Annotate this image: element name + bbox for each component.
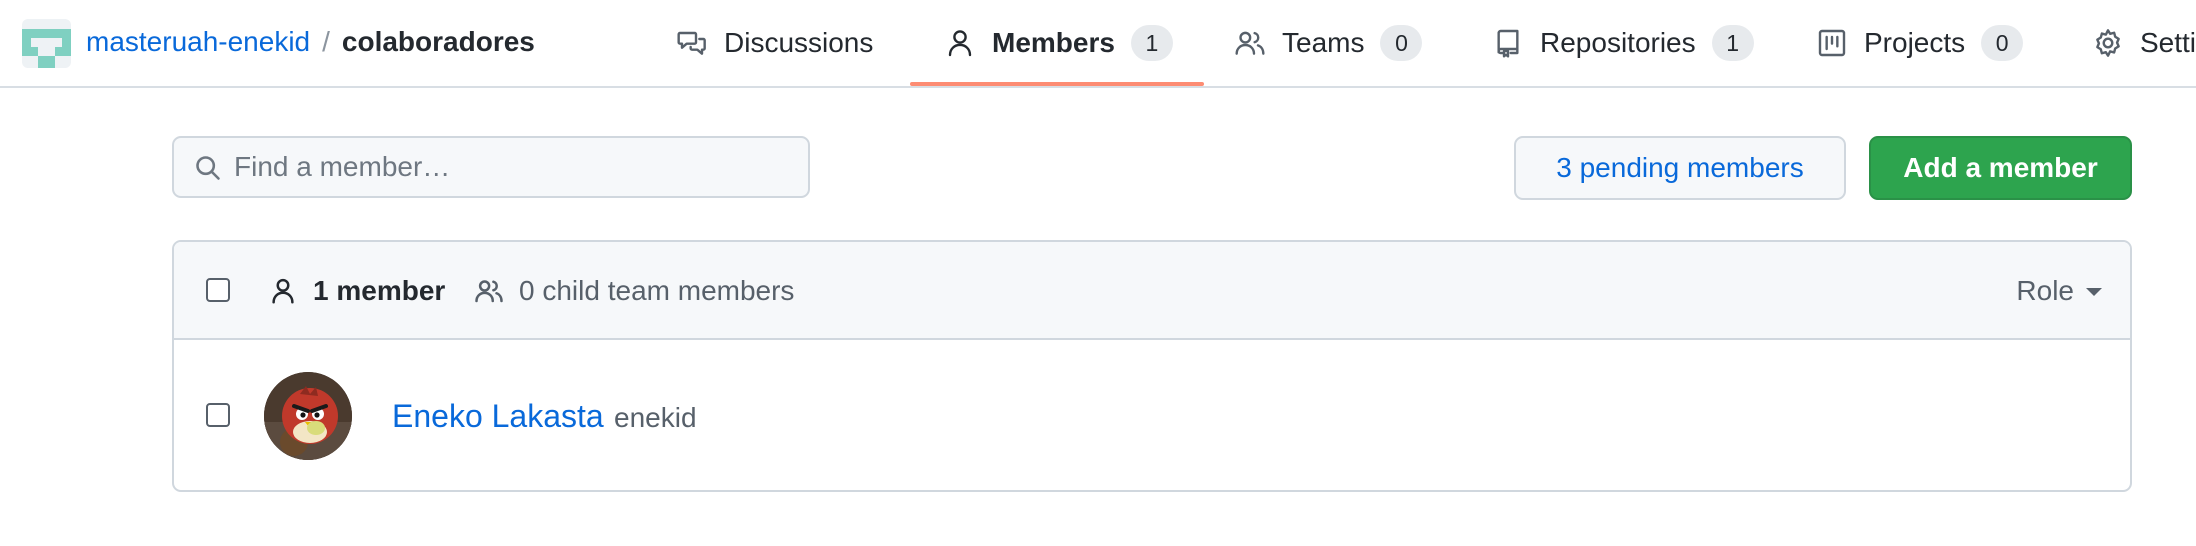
angry-bird-avatar — [264, 372, 352, 460]
breadcrumb-separator: / — [322, 26, 330, 57]
team-name[interactable]: colaboradores — [342, 26, 535, 57]
tab-members[interactable]: Members 1 — [944, 0, 1173, 86]
child-team-members-count: 0 child team members — [519, 275, 795, 306]
add-member-button[interactable]: Add a member — [1869, 136, 2132, 200]
breadcrumb: masteruah-enekid / colaboradores — [86, 24, 535, 60]
caret-down-icon — [2086, 288, 2102, 296]
repo-icon — [1497, 29, 1519, 58]
tab-label: Discussions — [724, 27, 874, 58]
search-input[interactable] — [234, 138, 794, 196]
people-icon — [475, 280, 503, 303]
tab-label: Projects — [1864, 27, 1966, 58]
tab-projects[interactable]: Projects 0 — [1816, 0, 2024, 86]
search-icon — [196, 156, 220, 180]
person-icon — [272, 278, 294, 304]
role-filter-dropdown[interactable]: Role — [2016, 273, 2102, 309]
tab-repositories[interactable]: Repositories 1 — [1492, 0, 1754, 86]
tab-settings[interactable]: Settings — [2092, 0, 2196, 86]
select-all-checkbox[interactable] — [206, 278, 230, 302]
tab-discussions[interactable]: Discussions — [676, 0, 873, 86]
avatar[interactable] — [264, 372, 352, 460]
role-filter-label: Role — [2016, 275, 2074, 306]
tab-label: Members — [992, 27, 1115, 58]
active-tab-indicator — [910, 82, 1204, 86]
member-row: Eneko Lakasta enekid — [174, 340, 2130, 490]
tab-teams[interactable]: Teams 0 — [1234, 0, 1423, 86]
tab-label: Repositories — [1540, 27, 1696, 58]
member-count: 1 member — [313, 275, 446, 306]
org-link[interactable]: masteruah-enekid — [86, 26, 310, 57]
member-name-link[interactable]: Eneko Lakasta — [392, 397, 604, 435]
person-icon — [948, 30, 972, 57]
member-checkbox[interactable] — [206, 403, 230, 427]
team-navigation: masteruah-enekid / colaboradores Discussio… — [0, 0, 2196, 88]
pending-members-button[interactable]: 3 pending members — [1514, 136, 1846, 200]
member-search — [172, 136, 810, 198]
member-login: enekid — [614, 402, 697, 433]
tab-count: 0 — [1380, 25, 1423, 61]
org-logo[interactable] — [22, 19, 71, 68]
project-icon — [1818, 29, 1846, 57]
people-icon — [1235, 31, 1265, 55]
tab-count: 0 — [1981, 25, 2024, 61]
tab-count: 1 — [1130, 25, 1173, 61]
tab-label: Settings — [2140, 27, 2196, 58]
members-list: 1 member 0 child team members Role Eneko… — [172, 240, 2132, 492]
tab-label: Teams — [1282, 27, 1365, 58]
gear-icon — [2096, 29, 2120, 57]
members-list-header: 1 member 0 child team members Role — [174, 242, 2130, 340]
tab-count: 1 — [1711, 25, 1754, 61]
discussions-icon — [677, 31, 706, 55]
